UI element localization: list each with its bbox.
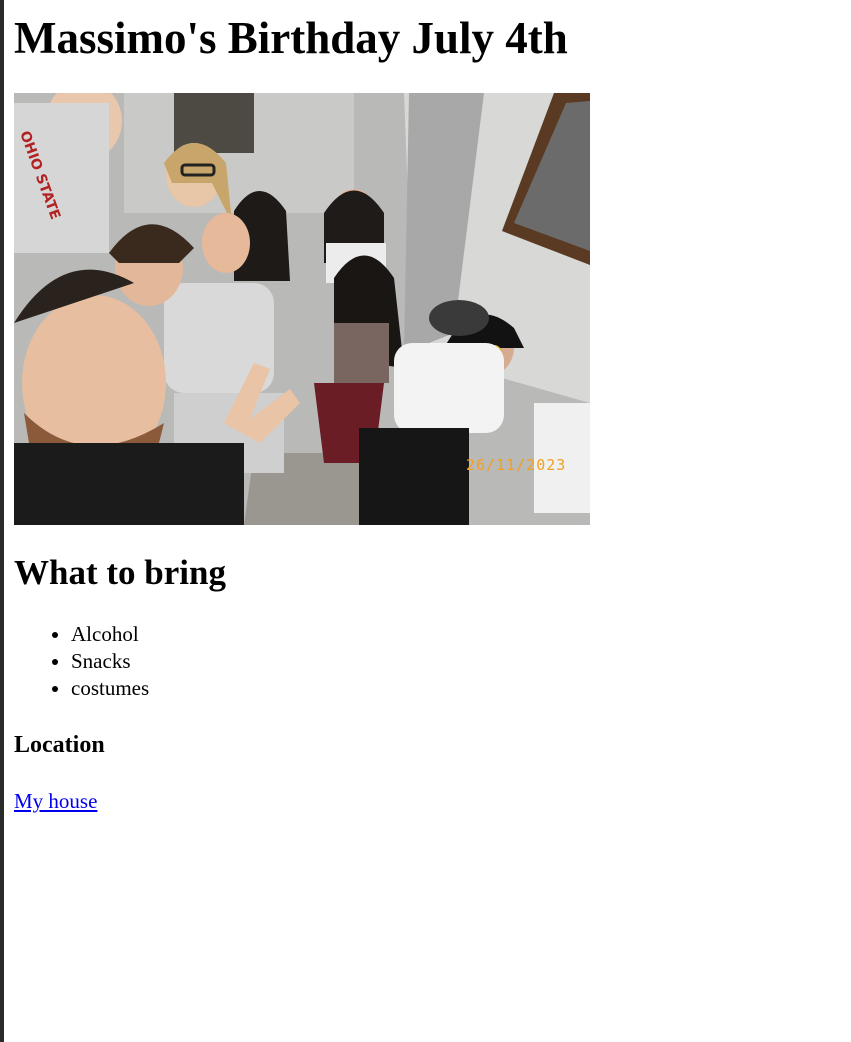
window-left-edge bbox=[0, 0, 4, 1042]
location-heading: Location bbox=[14, 732, 105, 758]
party-photo: OHIO STATE 26/11/2023 bbox=[14, 93, 590, 525]
location-link[interactable]: My house bbox=[14, 788, 97, 815]
list-item: Snacks bbox=[71, 648, 149, 675]
photo-date-stamp: 26/11/2023 bbox=[466, 456, 566, 474]
list-item: costumes bbox=[71, 675, 149, 702]
list-item: Alcohol bbox=[71, 621, 149, 648]
page-title: Massimo's Birthday July 4th bbox=[14, 13, 568, 63]
bring-list: Alcohol Snacks costumes bbox=[14, 621, 149, 702]
party-photo-image: OHIO STATE 26/11/2023 bbox=[14, 93, 590, 525]
bring-heading: What to bring bbox=[14, 553, 226, 592]
